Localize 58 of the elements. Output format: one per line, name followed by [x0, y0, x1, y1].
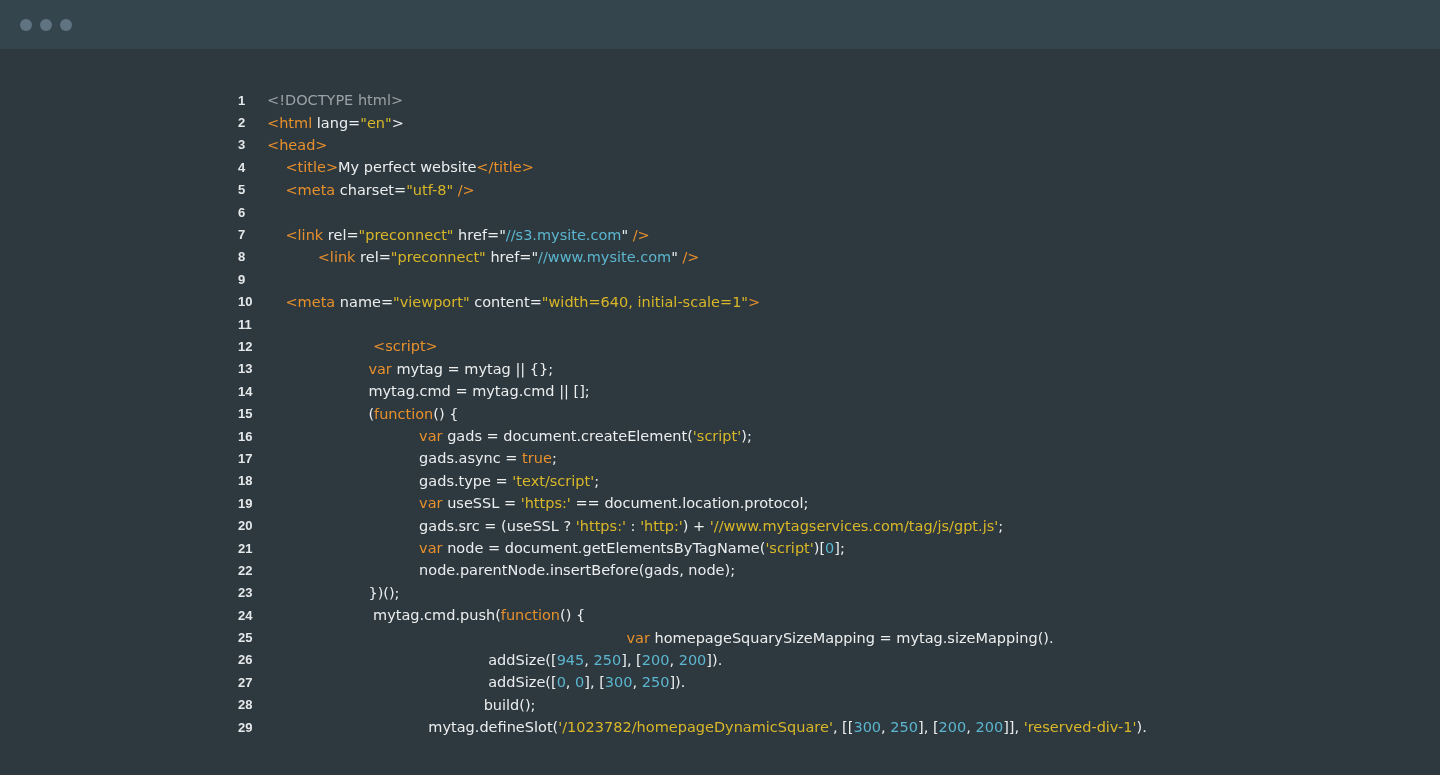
line-number: 18: [238, 473, 254, 489]
line-number: 22: [238, 562, 254, 578]
code-line: mytag.cmd = mytag.cmd || [];: [367, 383, 590, 400]
line-number: 28: [238, 697, 254, 713]
window-control-dot[interactable]: [60, 18, 72, 31]
code-line: var useSSL = 'https:' == document.location.protocol;: [418, 495, 809, 512]
line-number: 26: [238, 652, 254, 668]
line-number: 14: [238, 383, 254, 399]
line-number: 2: [238, 115, 247, 131]
line-number: 16: [238, 428, 254, 444]
code-line: addSize([945, 250], [200, 200]).: [487, 651, 723, 668]
line-number: 7: [238, 227, 247, 243]
code-line: var mytag = mytag || {};: [367, 360, 554, 377]
code-line: var node = document.getElementsByTagName('script')[0];: [418, 540, 845, 556]
line-number: 15: [238, 406, 254, 422]
code-line: <head>: [267, 136, 328, 153]
code-line: <title>My perfect website</title>: [284, 159, 534, 176]
code-line: <meta charset="utf-8" />: [284, 181, 475, 198]
line-number: 9: [238, 271, 247, 287]
line-number: 12: [238, 339, 254, 354]
line-number: 8: [238, 249, 247, 265]
line-number: 17: [238, 450, 254, 466]
code-line: var gads = document.createElement('script');: [418, 428, 752, 445]
line-number: 6: [238, 204, 247, 220]
line-number: 23: [238, 585, 254, 601]
code-line: gads.async = true;: [418, 450, 557, 467]
code-line: })();: [367, 584, 400, 601]
code-line: <html lang="en">: [267, 114, 404, 131]
line-number: 25: [238, 630, 254, 646]
code-line: (function() {: [367, 405, 459, 422]
line-number: 29: [238, 719, 254, 735]
code-line: build();: [482, 696, 536, 713]
code-line: <!DOCTYPE html>: [267, 92, 404, 109]
code-line: gads.type = 'text/script';: [418, 472, 600, 489]
line-number: 21: [238, 540, 254, 556]
code-line: <script>: [372, 338, 438, 355]
line-number: 13: [238, 361, 254, 377]
window-control-dot[interactable]: [40, 18, 52, 31]
line-number: 27: [238, 674, 254, 690]
code-line: mytag.defineSlot('/1023782/homepageDynamicSquare', [[300, 250], [200, 200]], 'reserved-div-1').: [427, 719, 1147, 736]
line-number: 20: [238, 518, 254, 534]
code-line: mytag.cmd.push(function() {: [372, 607, 586, 624]
line-number: 5: [238, 182, 247, 198]
line-number: 3: [238, 137, 247, 153]
line-number: 19: [238, 495, 254, 511]
line-number: 4: [238, 159, 247, 175]
line-number: 10: [238, 294, 254, 310]
code-line: <meta name="viewport" content="width=640, initial-scale=1">: [284, 293, 761, 310]
code-line: node.parentNode.insertBefore(gads, node);: [418, 562, 736, 579]
code-line: <link rel="preconnect" href="//www.mysite.com" />: [316, 248, 700, 265]
line-number: 24: [238, 607, 254, 623]
line-number: 1: [238, 92, 247, 108]
code-line: gads.src = (useSSL ? 'https:' : 'http:') + '//www.mytagservices.com/tag/js/gpt.js';: [418, 517, 1004, 534]
code-line: var homepageSquarySizeMapping = mytag.sizeMapping().: [625, 629, 1054, 646]
code-line: <link rel="preconnect" href="//s3.mysite.com" />: [284, 226, 650, 243]
line-number: 11: [238, 316, 253, 332]
code-line: addSize([0, 0], [300, 250]).: [487, 674, 686, 691]
window-control-dot[interactable]: [20, 18, 32, 31]
